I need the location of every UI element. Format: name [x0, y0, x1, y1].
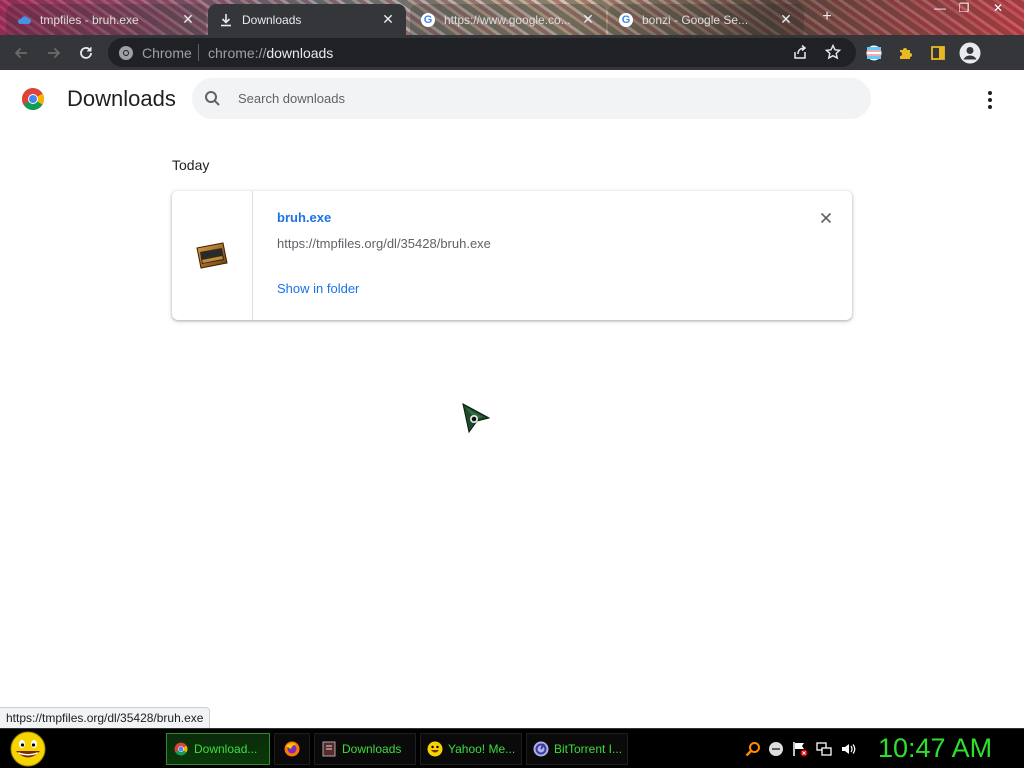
remove-download-button[interactable]: [816, 208, 836, 228]
tab-title: https://www.google.co...: [444, 12, 571, 27]
smiley-start-icon[interactable]: [8, 731, 48, 767]
show-in-folder-link[interactable]: Show in folder: [277, 281, 359, 296]
taskbar-item-firefox[interactable]: [274, 733, 310, 765]
tab-close-icon[interactable]: ✕: [180, 11, 196, 28]
restore-button[interactable]: ❐: [952, 0, 976, 16]
taskbar-item-downloads[interactable]: Downloads: [314, 733, 416, 765]
side-panel-icon[interactable]: [925, 40, 951, 66]
close-window-button[interactable]: ✕: [986, 0, 1010, 16]
tab-google-search[interactable]: G bonzi - Google Se... ✕: [608, 4, 804, 35]
chrome-page-icon: [118, 45, 134, 66]
flag-extension-icon[interactable]: [861, 40, 887, 66]
task-label: Yahoo! Me...: [448, 742, 515, 756]
taskbar-item-chrome[interactable]: Download...: [166, 733, 270, 765]
firefox-icon: [284, 741, 300, 757]
scheme-label: Chrome: [142, 45, 192, 61]
file-source-url: https://tmpfiles.org/dl/35428/bruh.exe: [277, 236, 491, 251]
system-clock[interactable]: 10:47 AM: [878, 733, 992, 764]
tab-title: tmpfiles - bruh.exe: [40, 12, 139, 27]
task-label: Download...: [194, 742, 258, 756]
tab-tmpfiles[interactable]: tmpfiles - bruh.exe ✕: [6, 4, 206, 35]
tab-close-icon[interactable]: ✕: [580, 11, 596, 28]
tab-strip: tmpfiles - bruh.exe ✕ Downloads ✕ G http…: [0, 0, 1024, 35]
taskbar-item-yahoo-messenger[interactable]: Yahoo! Me...: [420, 733, 522, 765]
url-host: downloads: [266, 45, 334, 61]
tab-title: bonzi - Google Se...: [642, 12, 749, 27]
exe-file-icon: [196, 241, 228, 271]
url-prefix: chrome://: [208, 45, 267, 61]
chrome-logo-icon: [21, 87, 45, 111]
taskbar: Download... Downloads Yahoo! Me... BitTo…: [0, 728, 1024, 768]
forward-icon[interactable]: [41, 40, 67, 66]
cloud-icon: [16, 12, 32, 28]
link-status-bubble: https://tmpfiles.org/dl/35428/bruh.exe: [0, 707, 211, 728]
puzzle-extensions-icon[interactable]: [893, 40, 919, 66]
profile-avatar-icon[interactable]: [957, 40, 983, 66]
taskbar-item-bittorrent[interactable]: BitTorrent I...: [526, 733, 628, 765]
file-name-link[interactable]: bruh.exe: [277, 210, 331, 225]
google-icon: G: [618, 12, 634, 28]
task-label: Downloads: [342, 742, 402, 756]
action-center-flag-icon[interactable]: [792, 741, 808, 757]
mouse-cursor-icon: [461, 403, 491, 435]
tab-google-url[interactable]: G https://www.google.co... ✕: [410, 4, 606, 35]
address-bar[interactable]: Chrome chrome://downloads: [108, 38, 856, 67]
page-title: Downloads: [67, 86, 176, 111]
yahoo-messenger-icon: [427, 741, 443, 757]
close-icon: [820, 212, 832, 224]
date-heading: Today: [172, 157, 210, 173]
downloads-folder-icon: [321, 741, 337, 757]
file-icon-column: [172, 191, 253, 320]
reload-icon[interactable]: [73, 40, 99, 66]
search-tray-icon[interactable]: [745, 741, 761, 757]
share-icon[interactable]: [792, 44, 808, 65]
omnibox-divider: [198, 44, 199, 61]
search-icon: [204, 90, 221, 112]
back-icon[interactable]: [8, 40, 34, 66]
task-label: BitTorrent I...: [554, 742, 621, 756]
downloads-header: Downloads: [0, 70, 1024, 128]
tab-title: Downloads: [242, 12, 302, 27]
download-item: bruh.exe https://tmpfiles.org/dl/35428/b…: [172, 191, 852, 320]
volume-icon[interactable]: [840, 741, 856, 757]
tab-downloads[interactable]: Downloads ✕: [208, 4, 406, 35]
url-text: chrome://downloads: [208, 45, 333, 61]
chrome-icon: [173, 741, 189, 757]
tab-close-icon[interactable]: ✕: [380, 11, 396, 28]
search-input[interactable]: [236, 88, 836, 109]
minimize-button[interactable]: —: [928, 0, 952, 16]
bookmark-star-icon[interactable]: [824, 43, 842, 65]
messenger-tray-icon[interactable]: [768, 741, 784, 757]
more-options-icon[interactable]: [978, 88, 1002, 112]
browser-toolbar: Chrome chrome://downloads: [0, 35, 1024, 70]
download-icon: [218, 12, 234, 28]
new-tab-button[interactable]: +: [818, 8, 836, 26]
search-box[interactable]: [192, 78, 871, 119]
bittorrent-icon: [533, 741, 549, 757]
tab-close-icon[interactable]: ✕: [778, 11, 794, 28]
google-icon: G: [420, 12, 436, 28]
network-icon[interactable]: [816, 741, 832, 757]
